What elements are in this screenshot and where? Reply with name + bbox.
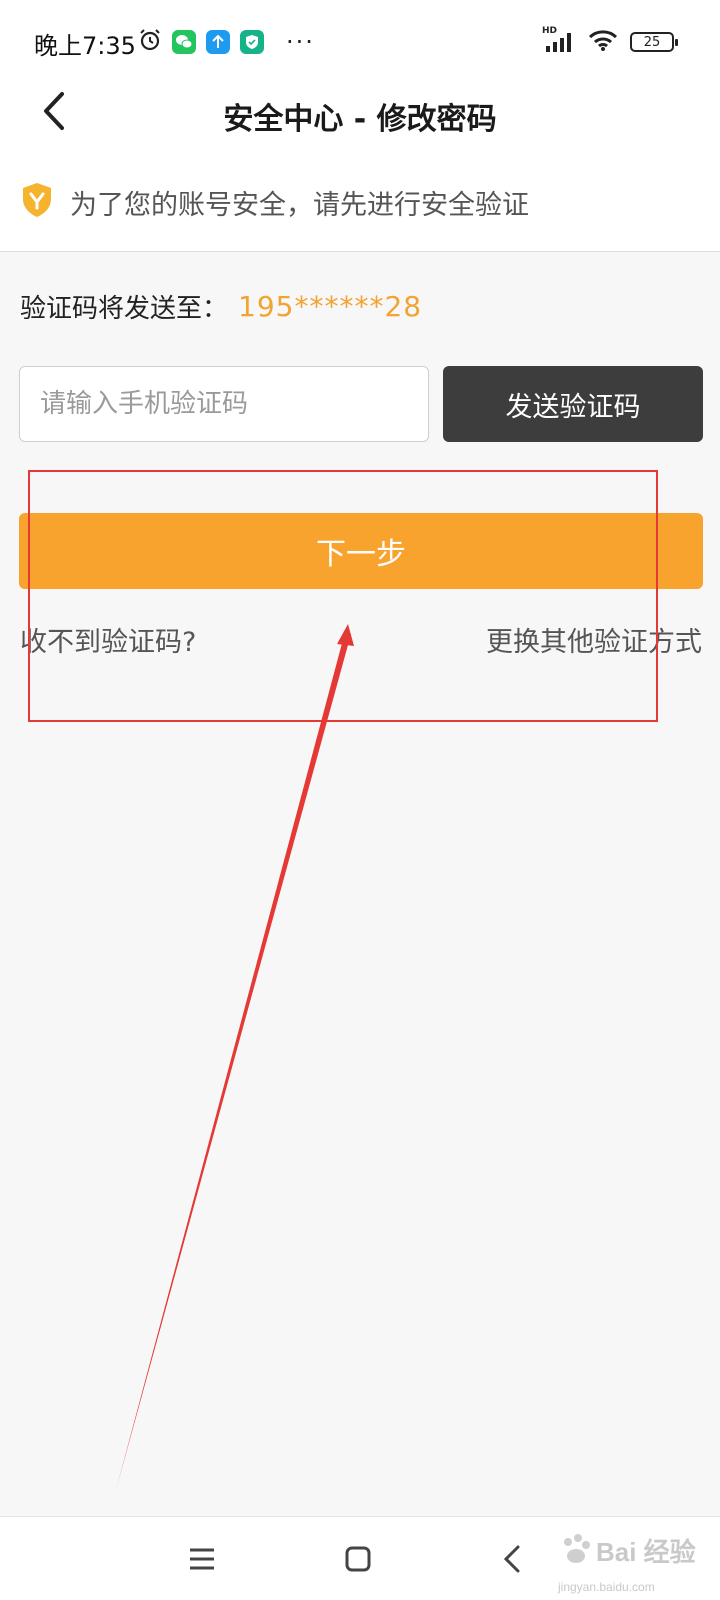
- back-nav-button[interactable]: [490, 1537, 534, 1581]
- menu-icon: [190, 1548, 214, 1570]
- more-notifications-icon: ···: [286, 28, 315, 56]
- status-notification-icons: ···: [138, 28, 315, 56]
- annotation-highlight-box: [28, 470, 658, 722]
- masked-phone-number: 195******28: [238, 290, 423, 323]
- no-code-link[interactable]: 收不到验证码?: [20, 620, 196, 659]
- paw-logo-icon: [564, 1534, 590, 1563]
- cellular-signal-icon: HD: [542, 26, 576, 54]
- other-verification-method-link[interactable]: 更换其他验证方式: [486, 620, 702, 659]
- upload-icon: [206, 30, 230, 54]
- status-time: 晚上7:35: [34, 32, 136, 60]
- page-title: 安全中心 - 修改密码: [223, 102, 497, 137]
- status-system-icons: HD 25: [542, 26, 678, 56]
- wifi-icon: [588, 28, 618, 56]
- wechat-icon: [172, 30, 196, 54]
- home-nav-button[interactable]: [336, 1537, 380, 1581]
- next-step-button[interactable]: 下一步: [19, 513, 703, 589]
- notice-text: 为了您的账号安全，请先进行安全验证: [70, 189, 529, 221]
- send-to-label: 验证码将发送至：: [20, 294, 229, 324]
- send-code-button[interactable]: 发送验证码: [443, 366, 703, 442]
- status-bar: 晚上7:35 ··· HD 25: [0, 22, 720, 62]
- home-square-icon: [345, 1546, 371, 1572]
- app-header: 安全中心 - 修改密码: [0, 76, 720, 148]
- baidu-jingyan-watermark: Bai 经验 jingyan.baidu.com: [558, 1530, 698, 1594]
- verification-code-input[interactable]: [19, 366, 429, 442]
- security-notice: 为了您的账号安全，请先进行安全验证: [20, 180, 529, 224]
- back-chevron-icon: [503, 1545, 520, 1573]
- send-to-row: 验证码将发送至： 195******28: [20, 288, 422, 325]
- watermark-brand: Bai 经验: [596, 1537, 696, 1567]
- battery-icon: 25: [630, 32, 678, 52]
- alarm-icon: [138, 28, 162, 56]
- system-nav-bar: Bai 经验 jingyan.baidu.com: [0, 1516, 720, 1600]
- battery-level: 25: [643, 34, 661, 50]
- security-app-icon: [240, 30, 264, 54]
- watermark-url: jingyan.baidu.com: [558, 1580, 655, 1594]
- menu-nav-button[interactable]: [180, 1537, 224, 1581]
- shield-icon: [20, 181, 54, 223]
